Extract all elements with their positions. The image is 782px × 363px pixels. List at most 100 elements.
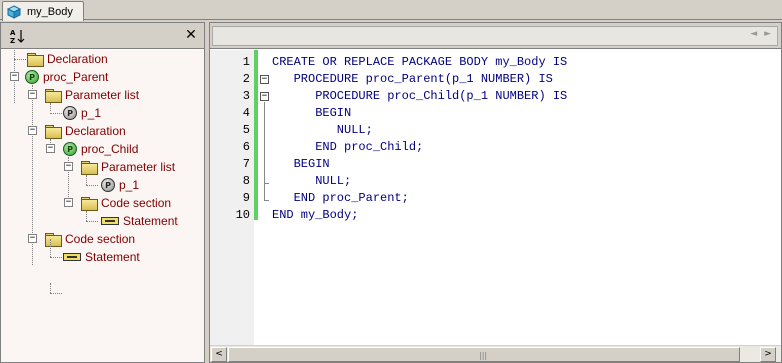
tree-node-label: Statement [123,214,178,228]
fold-toggle[interactable]: − [260,92,269,101]
tree-connector [50,103,51,111]
code-line: PROCEDURE proc_Child(p_1 NUMBER) IS [272,89,568,103]
tree-node-declaration[interactable]: Declaration [27,50,108,68]
folder-icon [27,53,44,67]
tree-connector [50,113,62,114]
tree-connector [50,257,62,258]
svg-text:A: A [10,29,16,37]
line-number: 4 [242,106,250,120]
tree-node-parameter-p1[interactable]: P p_1 [63,104,101,122]
collapse-toggle[interactable]: − [10,72,19,81]
tree-node-proc-parent[interactable]: P proc_Parent [25,68,108,86]
tree-node-parameter-list[interactable]: Parameter list [45,86,139,104]
parameter-icon: P [101,178,115,192]
tree-node-parameter-list[interactable]: Parameter list [81,158,175,176]
line-number: 1 [242,55,250,69]
tree-node-label: Parameter list [65,88,140,102]
tree-node-statement[interactable]: Statement [101,212,178,230]
outline-toolbar: A Z ✕ [1,23,204,49]
tree-node-label: proc_Child [81,142,139,156]
collapse-toggle[interactable]: − [46,144,55,153]
tree-node-code-section[interactable]: Code section [45,230,135,248]
close-icon[interactable]: ✕ [184,27,198,43]
code-line: NULL; [272,174,352,188]
code-line: NULL; [272,123,373,137]
tree-node-label: Declaration [65,124,126,138]
grip-icon: ||| [479,351,488,360]
folder-icon [45,233,62,247]
tree-node-proc-child[interactable]: P proc_Child [63,140,138,158]
code-line: END my_Body; [272,208,359,222]
tree-node-declaration[interactable]: Declaration [45,122,126,140]
folder-icon [81,197,98,211]
folder-icon [45,89,62,103]
tree-node-label: Statement [85,250,140,264]
scroll-right-button[interactable]: > [760,347,776,362]
collapse-toggle[interactable]: − [28,126,37,135]
tree-node-statement[interactable]: Statement [63,248,140,266]
fold-margin: − − [258,50,270,345]
sort-az-icon[interactable]: A Z [9,28,27,45]
tree-connector [86,175,87,185]
horizontal-scrollbar[interactable]: < ||| > [210,345,781,362]
procedure-icon: P [25,70,39,84]
package-cube-icon [6,4,22,19]
tree-connector [14,59,26,60]
navigator-arrows-icon[interactable]: ◄ ► [750,29,773,39]
tab-my-body[interactable]: my_Body [2,1,84,21]
collapse-toggle[interactable]: − [28,234,37,243]
line-number: 10 [235,208,250,222]
line-number: 2 [242,72,250,86]
code-line: CREATE OR REPLACE PACKAGE BODY my_Body I… [272,55,568,69]
collapse-toggle[interactable]: − [64,198,73,207]
line-number: 3 [242,89,250,103]
tree-connector [86,211,87,221]
tree-connector [50,293,62,294]
tree-connector [86,221,98,222]
scroll-left-button[interactable]: < [211,347,227,362]
fold-guide [264,200,269,201]
tree-connector [86,185,98,186]
line-number: 9 [242,191,250,205]
tree-node-parameter-p1[interactable]: P p_1 [101,176,139,194]
svg-text:Z: Z [10,37,15,44]
code-editor-panel: ◄ ► 1 2 3 4 5 6 7 8 9 10 − − CREATE OR R… [209,22,782,363]
tree-node-label: Code section [101,196,172,210]
collapse-toggle[interactable]: − [28,90,37,99]
tree-node-label: Declaration [47,52,108,66]
parameter-icon: P [63,106,77,120]
tree-node-label: p_1 [119,178,140,192]
procedure-icon: P [63,142,77,156]
object-navigator-combo[interactable]: ◄ ► [212,26,778,46]
collapse-toggle[interactable]: − [64,162,73,171]
folder-icon [81,161,98,175]
code-line: END proc_Parent; [272,191,409,205]
fold-guide [264,102,265,200]
code-text-area[interactable]: CREATE OR REPLACE PACKAGE BODY my_Body I… [272,50,777,345]
statement-icon [101,217,119,225]
fold-guide [264,183,269,184]
outline-panel: A Z ✕ Declaration − P proc_Parent − Para… [0,22,205,363]
editor-toolbar: ◄ ► [210,23,781,49]
fold-toggle[interactable]: − [260,75,269,84]
tree-node-label: proc_Parent [43,70,109,84]
tree-node-code-section[interactable]: Code section [81,194,171,212]
tree-connector [50,239,51,257]
line-number-gutter: 1 2 3 4 5 6 7 8 9 10 [210,50,254,345]
line-number: 7 [242,157,250,171]
statement-icon [63,253,81,261]
tree-node-label: Code section [65,232,136,246]
code-line: BEGIN [272,106,352,120]
code-line: PROCEDURE proc_Parent(p_1 NUMBER) IS [272,72,553,86]
tree-connector [50,283,51,293]
scrollbar-thumb[interactable]: ||| [228,347,740,362]
folder-icon [45,125,62,139]
line-number: 5 [242,123,250,137]
document-tab-bar: my_Body [0,0,782,21]
tree-node-label: Parameter list [101,160,176,174]
tab-label: my_Body [27,5,73,18]
code-line: BEGIN [272,157,330,171]
outline-tree: Declaration − P proc_Parent − Parameter … [1,50,204,362]
tree-node-label: p_1 [81,106,102,120]
code-line: END proc_Child; [272,140,424,154]
